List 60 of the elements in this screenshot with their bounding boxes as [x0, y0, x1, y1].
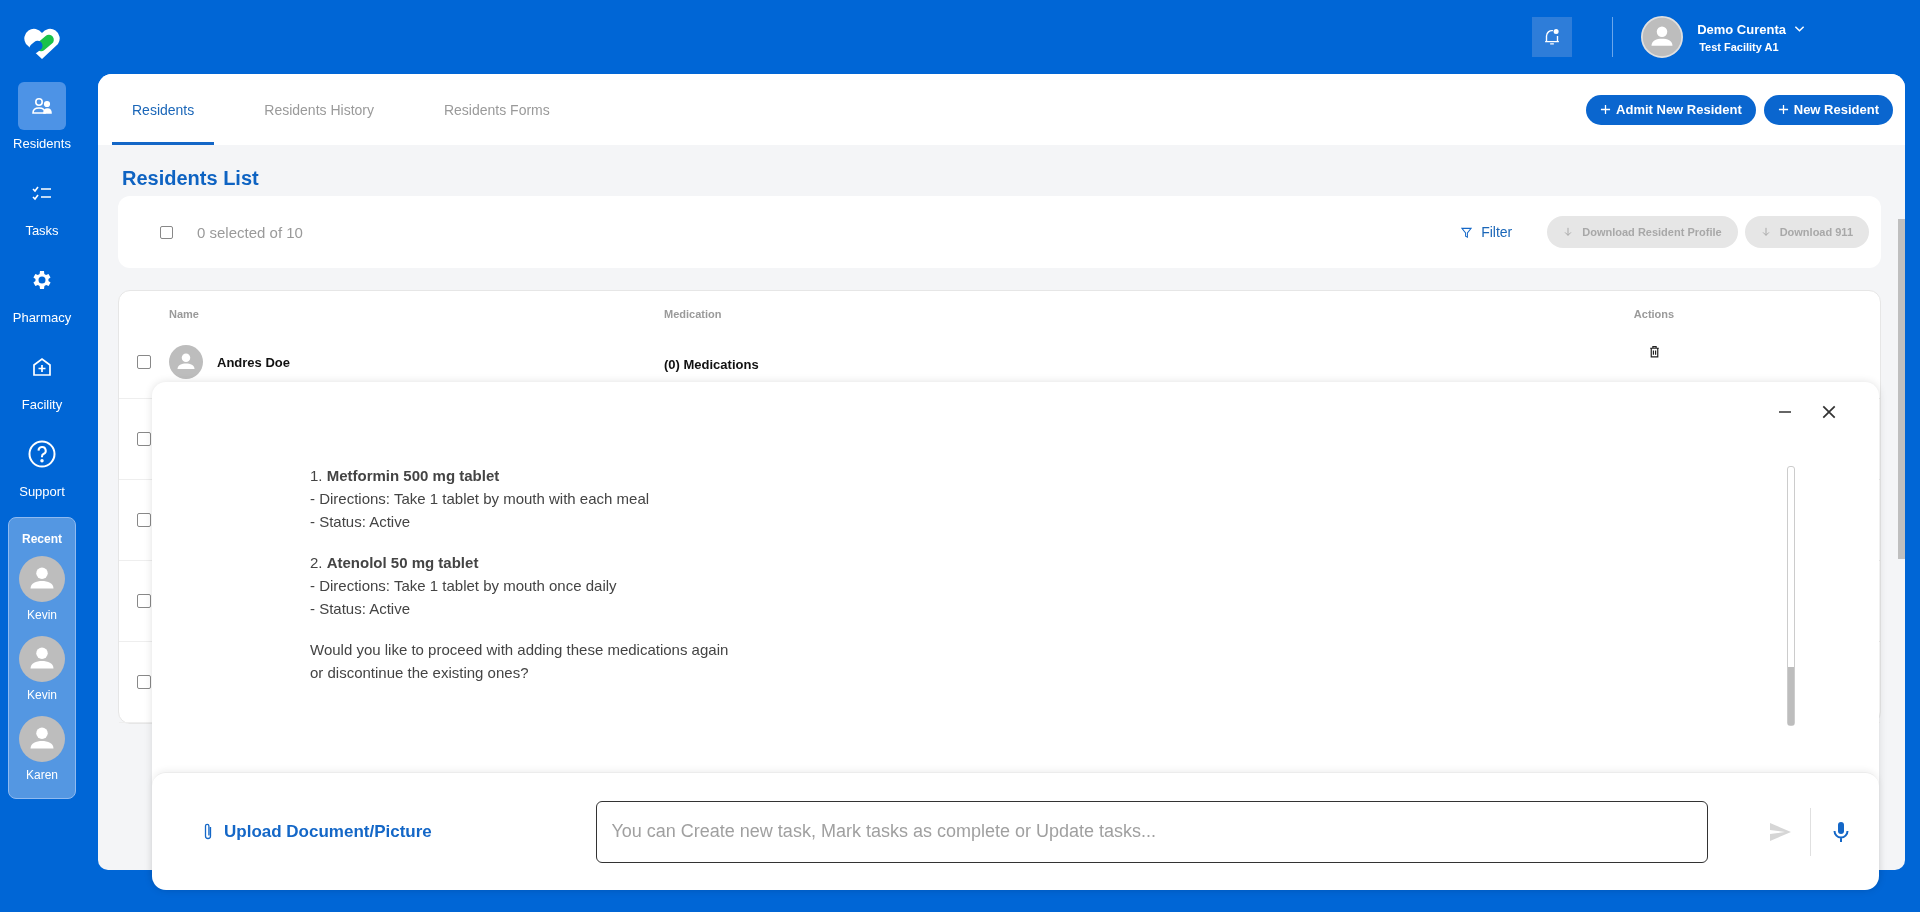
avatar-icon: [1641, 16, 1684, 58]
message-line: - Directions: Take 1 tablet by mouth once daily: [310, 576, 618, 595]
scrollbar[interactable]: [1898, 219, 1905, 559]
download-icon: [1760, 227, 1771, 237]
medication-count[interactable]: (0) Medications: [664, 357, 759, 372]
page-title: Residents List: [122, 167, 260, 190]
message-line: Would you like to proceed with adding these medications again: [310, 640, 730, 659]
message-line: 1. Metformin 500 mg tablet: [310, 466, 501, 485]
hospital-icon: [30, 355, 54, 379]
selection-count: 0 selected of 10: [197, 223, 303, 241]
row-checkbox[interactable]: [137, 594, 151, 608]
minimize-icon: [1777, 411, 1793, 413]
column-header: Medication: [664, 308, 723, 320]
avatar-icon: [169, 345, 203, 379]
nav-item[interactable]: Support: [18, 430, 66, 499]
nav-item[interactable]: Facility: [18, 343, 66, 412]
message-line: 2. Atenolol 50 mg tablet: [310, 553, 480, 572]
user-menu[interactable]: Demo Curenta Test Facility A1: [1641, 16, 1805, 58]
message-line: or discontinue the existing ones?: [310, 663, 530, 682]
filter-button[interactable]: Filter: [1455, 223, 1519, 241]
tab[interactable]: Residents History: [244, 74, 394, 145]
column-header: Name: [169, 308, 200, 320]
add-button[interactable]: New Resident: [1763, 94, 1893, 125]
row-checkbox[interactable]: [137, 513, 151, 527]
upload-link[interactable]: Upload Document/Picture: [196, 820, 597, 843]
plus-icon: [1600, 104, 1612, 115]
resident-name[interactable]: Andres Doe: [217, 354, 290, 370]
message-line: - Status: Active: [310, 599, 412, 618]
avatar-icon: [19, 636, 65, 682]
nav-item[interactable]: Tasks: [18, 169, 66, 238]
add-button[interactable]: Admit New Resident: [1586, 94, 1756, 125]
nav-item[interactable]: Pharmacy: [12, 256, 72, 325]
row-checkbox[interactable]: [137, 432, 151, 446]
avatar-icon: [19, 716, 65, 762]
notification-button[interactable]: [1532, 17, 1573, 57]
download-icon: [1563, 227, 1574, 237]
recent-resident[interactable]: Karen: [19, 716, 65, 782]
column-header: Actions: [1632, 308, 1676, 320]
paperclip-icon: [202, 821, 214, 842]
trash-icon[interactable]: [1647, 345, 1661, 358]
facility-name: Test Facility A1: [1699, 40, 1780, 53]
plus-icon: [1777, 104, 1789, 115]
recent-title: Recent: [22, 532, 62, 546]
tab[interactable]: Residents: [112, 74, 215, 145]
avatar-icon: [19, 556, 65, 602]
select-all-checkbox[interactable]: [160, 225, 173, 239]
recent-resident[interactable]: Kevin: [19, 556, 65, 622]
tab[interactable]: Residents Forms: [423, 74, 570, 145]
chevron-down-icon: [1794, 25, 1805, 33]
row-checkbox[interactable]: [137, 355, 151, 369]
close-icon: [1821, 404, 1837, 420]
message-input[interactable]: You can Create new task, Mark tasks as complete or Update tasks...: [596, 800, 1708, 863]
filter-icon: [1461, 226, 1473, 238]
recent-resident[interactable]: Kevin: [19, 636, 65, 702]
message-line: - Directions: Take 1 tablet by mouth with each meal: [310, 489, 651, 508]
user-name: Demo Curenta: [1697, 21, 1786, 37]
row-checkbox[interactable]: [137, 675, 151, 689]
scrollbar[interactable]: [1787, 466, 1795, 726]
message-line: - Status: Active: [310, 512, 412, 531]
help-icon: [27, 439, 57, 469]
